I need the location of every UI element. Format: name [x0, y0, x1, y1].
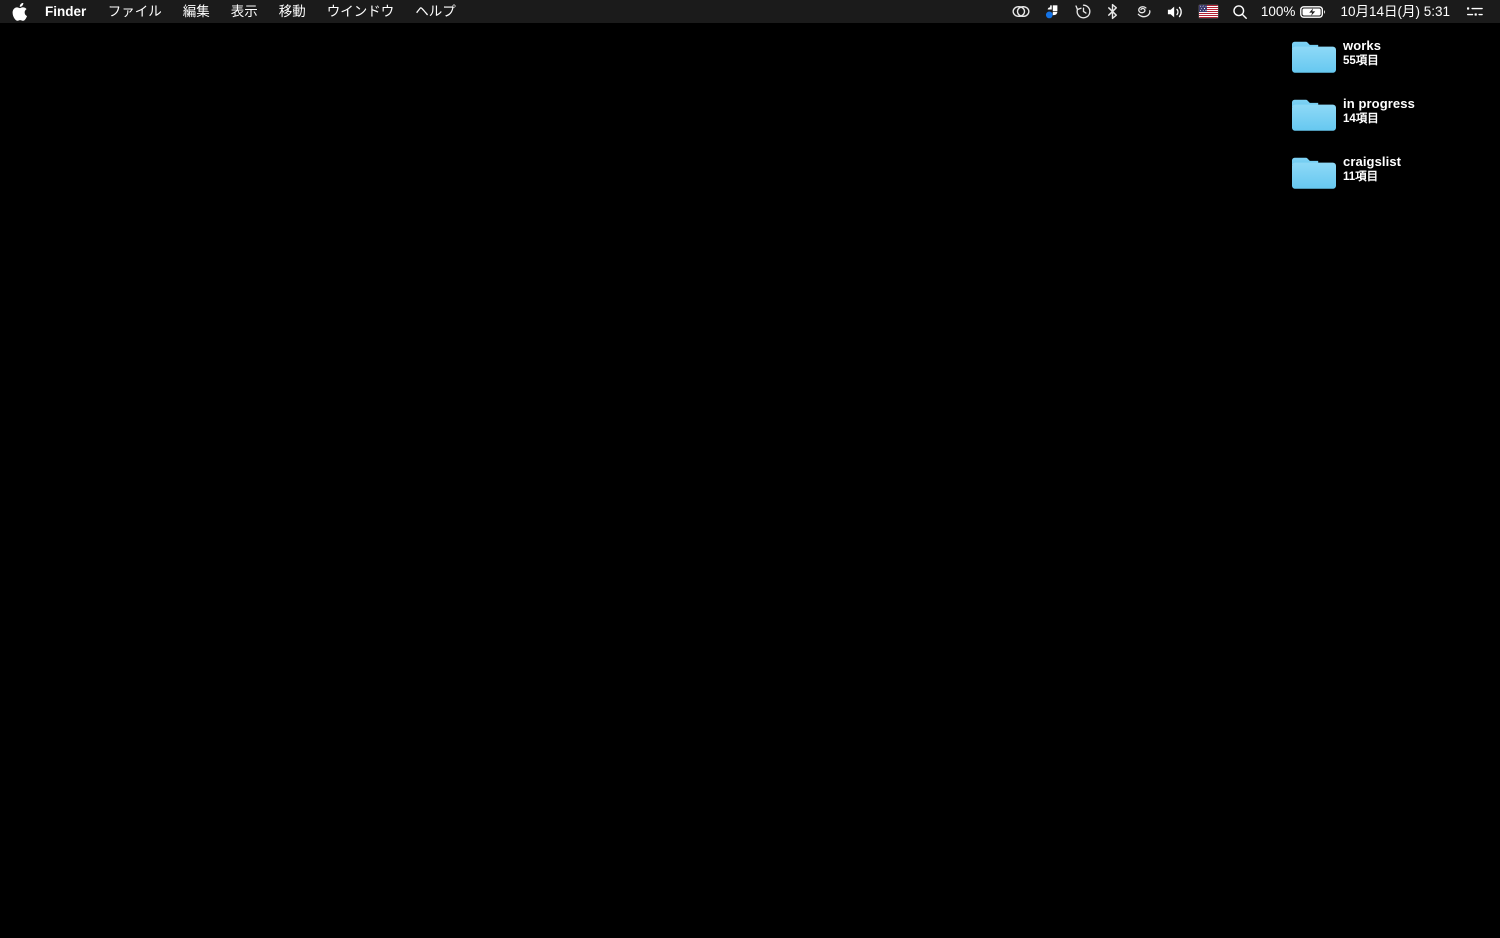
menu-window[interactable]: ウインドウ: [316, 0, 405, 23]
flag-canton: [1198, 5, 1208, 12]
volume-icon[interactable]: [1159, 0, 1192, 23]
clock-datetime-label: 10月14日(月) 5:31: [1340, 4, 1450, 19]
folder-item-count: 14項目: [1343, 113, 1379, 125]
desktop-icon-grid: works 55項目 in progress 14項目 craigslist 1…: [1288, 33, 1488, 207]
control-center-icon[interactable]: [1459, 0, 1491, 23]
apple-logo-icon[interactable]: [0, 0, 34, 23]
folder-label-group: craigslist 11項目: [1340, 149, 1401, 184]
desktop-surface[interactable]: works 55項目 in progress 14項目 craigslist 1…: [0, 23, 1500, 938]
folder-icon: [1288, 91, 1340, 135]
folder-label-group: in progress 14項目: [1340, 91, 1415, 126]
menu-bar-status-area: 100% 10月14日(月) 5:31: [1005, 0, 1500, 23]
menu-bar: Finder ファイル 編集 表示 移動 ウインドウ ヘルプ 100% 10月1…: [0, 0, 1500, 23]
folder-name: craigslist: [1343, 154, 1402, 169]
folder-icon: [1288, 149, 1340, 193]
folder-icon: [1288, 33, 1340, 77]
folder-item-count: 55項目: [1343, 55, 1379, 67]
desktop-folder-works[interactable]: works 55項目: [1288, 33, 1488, 91]
folder-item-count: 11項目: [1343, 171, 1379, 183]
menu-help[interactable]: ヘルプ: [405, 0, 467, 23]
menu-bar-left: Finder ファイル 編集 表示 移動 ウインドウ ヘルプ: [0, 0, 466, 23]
us-flag-icon[interactable]: [1192, 0, 1225, 23]
search-icon[interactable]: [1225, 0, 1255, 23]
bluetooth-icon[interactable]: [1099, 0, 1126, 23]
battery-status[interactable]: 100%: [1255, 0, 1335, 23]
menu-app-name-finder[interactable]: Finder: [34, 0, 97, 23]
desktop-screen: Finder ファイル 編集 表示 移動 ウインドウ ヘルプ 100% 10月1…: [0, 0, 1500, 938]
battery-percent-label: 100%: [1260, 4, 1296, 19]
menu-go[interactable]: 移動: [268, 0, 316, 23]
cloud-spiral-icon[interactable]: [1126, 0, 1159, 23]
folder-name: in progress: [1343, 96, 1415, 111]
sync-status-icon[interactable]: [1037, 0, 1068, 23]
folder-label-group: works 55項目: [1340, 33, 1381, 68]
folder-name: works: [1343, 38, 1382, 53]
menu-view[interactable]: 表示: [220, 0, 268, 23]
flag-graphic: [1198, 5, 1218, 18]
battery-charging-icon: [1300, 5, 1326, 18]
menu-file[interactable]: ファイル: [97, 0, 172, 23]
adobe-creative-cloud-icon[interactable]: [1005, 0, 1037, 23]
time-machine-icon[interactable]: [1068, 0, 1099, 23]
desktop-folder-craigslist[interactable]: craigslist 11項目: [1288, 149, 1488, 207]
menu-edit[interactable]: 編集: [172, 0, 220, 23]
desktop-folder-in-progress[interactable]: in progress 14項目: [1288, 91, 1488, 149]
menu-bar-clock[interactable]: 10月14日(月) 5:31: [1334, 0, 1459, 23]
